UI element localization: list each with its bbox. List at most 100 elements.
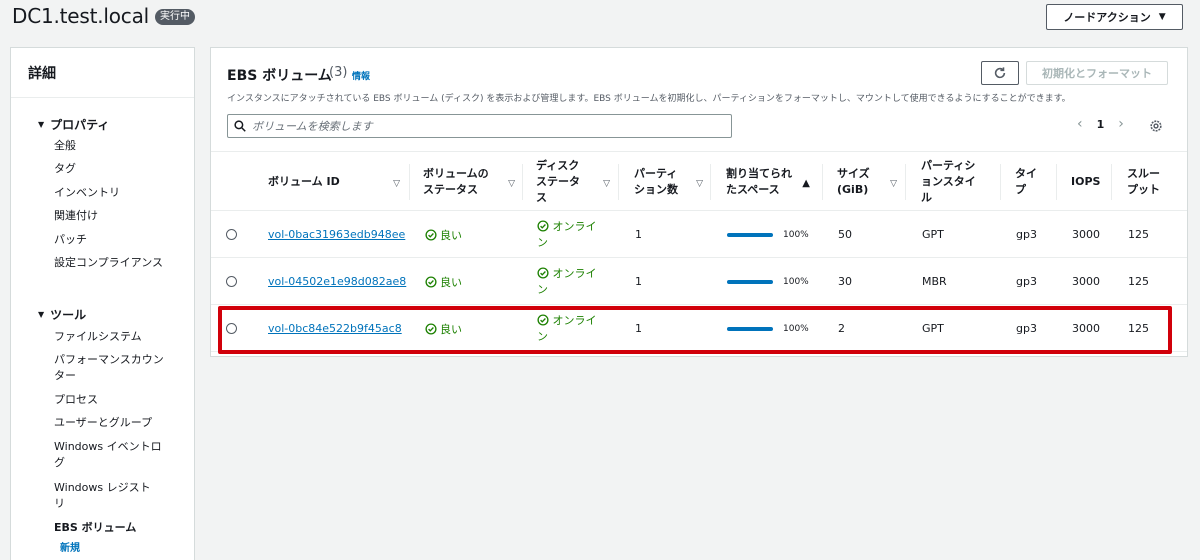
iops-cell: 3000 xyxy=(1072,322,1100,335)
column-divider xyxy=(1056,164,1057,200)
disk-status: オンライン xyxy=(537,211,607,258)
row-select[interactable] xyxy=(226,305,237,352)
check-circle-icon xyxy=(425,275,437,288)
search-box[interactable] xyxy=(227,114,732,138)
col-volume-id[interactable]: ボリューム ID ▽ xyxy=(268,152,408,212)
sidebar-section-properties[interactable]: ▼ プロパティ xyxy=(38,116,109,133)
progress-percent: 100% xyxy=(783,323,809,334)
sidebar-item-patch[interactable]: パッチ xyxy=(54,232,184,248)
col-label: ディスクステータス xyxy=(536,159,580,204)
sidebar-section-label: プロパティ xyxy=(50,118,110,132)
sidebar-item-general[interactable]: 全般 xyxy=(54,138,184,154)
page-header: DC1.test.local 実行中 ノードアクション ▼ xyxy=(0,0,1200,38)
check-circle-icon xyxy=(425,228,437,241)
partitions-cell: 1 xyxy=(635,275,642,288)
ebs-volumes-panel: EBS ボリューム (3) 情報 インスタンスにアタッチされている EBS ボリ… xyxy=(210,47,1188,357)
row-select[interactable] xyxy=(226,211,237,258)
size-cell: 30 xyxy=(838,275,852,288)
table-row[interactable]: vol-0bc84e522b9f45ac8 良い オンライン 1 100% 2 … xyxy=(211,305,1187,352)
panel-title: EBS ボリューム xyxy=(227,68,332,84)
sidebar-item-windows-event-log[interactable]: Windows イベントログ xyxy=(54,439,164,471)
table-row[interactable]: vol-0bac31963edb948ee 良い オンライン 1 100% 50… xyxy=(211,211,1187,258)
refresh-icon xyxy=(994,67,1006,79)
search-icon xyxy=(234,120,246,132)
col-label: ボリューム ID xyxy=(268,175,340,188)
disk-status: オンライン xyxy=(537,258,607,305)
sidebar-item-tags[interactable]: タグ xyxy=(54,161,184,177)
column-divider xyxy=(1000,164,1001,200)
partition-style-cell: GPT xyxy=(922,322,944,335)
col-iops[interactable]: IOPS xyxy=(1071,152,1111,212)
sidebar-item-users-groups[interactable]: ユーザーとグループ xyxy=(54,415,184,431)
sidebar-item-ebs-volumes[interactable]: EBS ボリューム xyxy=(54,520,184,536)
node-action-button[interactable]: ノードアクション ▼ xyxy=(1046,4,1183,30)
col-size[interactable]: サイズ (GiB) ▽ xyxy=(837,152,905,212)
refresh-button[interactable] xyxy=(981,61,1019,85)
sidebar-section-label: ツール xyxy=(50,308,87,322)
volume-id-link[interactable]: vol-04502e1e98d082ae8 xyxy=(268,275,406,288)
radio-button[interactable] xyxy=(226,323,237,334)
col-label: パーティションスタイル xyxy=(921,159,976,204)
col-label: タイプ xyxy=(1015,167,1037,196)
sidebar: 詳細 ▼ プロパティ 全般 タグ インベントリ 関連付け パッチ 設定コンプライ… xyxy=(10,47,195,560)
col-label: スループット xyxy=(1127,167,1160,196)
info-link[interactable]: 情報 xyxy=(352,69,370,82)
chevron-right-icon[interactable]: › xyxy=(1118,116,1124,132)
sidebar-item-inventory[interactable]: インベントリ xyxy=(54,185,184,201)
progress-bar xyxy=(727,232,773,237)
expand-triangle-icon: ▼ xyxy=(38,310,45,319)
sidebar-item-performance-counter[interactable]: パフォーマンスカウンター xyxy=(54,352,164,384)
sidebar-item-config-compliance[interactable]: 設定コンプライアンス xyxy=(54,255,164,271)
search-input[interactable] xyxy=(252,119,722,133)
partitions-cell: 1 xyxy=(635,228,642,241)
allocated-cell: 100% xyxy=(727,211,809,258)
volume-id-link[interactable]: vol-0bac31963edb948ee xyxy=(268,228,405,241)
progress-percent: 100% xyxy=(783,276,809,287)
sidebar-item-associations[interactable]: 関連付け xyxy=(54,208,184,224)
sort-down-icon: ▽ xyxy=(890,179,897,189)
col-partition-style[interactable]: パーティションスタイル xyxy=(921,152,1001,212)
partition-style-cell: MBR xyxy=(922,275,947,288)
column-divider xyxy=(905,164,906,200)
col-disk-status[interactable]: ディスクステータス ▽ xyxy=(536,152,618,212)
column-divider xyxy=(822,164,823,200)
check-circle-icon xyxy=(425,322,437,335)
check-circle-icon xyxy=(537,266,549,279)
sort-down-icon: ▽ xyxy=(696,179,703,189)
pagination: ‹ 1 › xyxy=(1077,116,1124,132)
sidebar-item-process[interactable]: プロセス xyxy=(54,392,184,408)
col-type[interactable]: タイプ xyxy=(1015,152,1051,212)
type-cell: gp3 xyxy=(1016,275,1037,288)
size-cell: 2 xyxy=(838,322,845,335)
iops-cell: 3000 xyxy=(1072,228,1100,241)
page-number[interactable]: 1 xyxy=(1097,118,1105,131)
sort-down-icon: ▽ xyxy=(393,179,400,189)
col-volume-status[interactable]: ボリュームのステータス ▽ xyxy=(423,152,523,212)
chevron-left-icon[interactable]: ‹ xyxy=(1077,116,1083,132)
sidebar-item-windows-registry[interactable]: Windows レジストリ xyxy=(54,480,159,512)
col-partitions[interactable]: パーティション数 ▽ xyxy=(634,152,711,212)
status-text: 良い xyxy=(440,275,462,289)
gear-icon[interactable] xyxy=(1149,118,1163,137)
progress-bar xyxy=(727,279,773,284)
volume-status: 良い xyxy=(425,211,462,258)
radio-button[interactable] xyxy=(226,229,237,240)
partition-style-cell: GPT xyxy=(922,228,944,241)
col-allocated[interactable]: 割り当てられたスペース ▲ xyxy=(726,152,818,212)
table-row[interactable]: vol-04502e1e98d082ae8 良い オンライン 1 100% 30… xyxy=(211,258,1187,305)
node-action-label: ノードアクション xyxy=(1063,11,1151,24)
panel-description: インスタンスにアタッチされている EBS ボリューム (ディスク) を表示および… xyxy=(227,94,1071,104)
sidebar-item-file-system[interactable]: ファイルシステム xyxy=(54,329,184,345)
radio-button[interactable] xyxy=(226,276,237,287)
progress-bar xyxy=(727,326,773,331)
sidebar-heading: 詳細 xyxy=(11,48,194,98)
volume-id-link[interactable]: vol-0bc84e522b9f45ac8 xyxy=(268,322,402,335)
col-throughput[interactable]: スループット xyxy=(1127,152,1177,212)
row-select[interactable] xyxy=(226,258,237,305)
disk-status: オンライン xyxy=(537,305,607,352)
sidebar-section-tools[interactable]: ▼ ツール xyxy=(38,306,86,323)
col-label: パーティション数 xyxy=(634,167,678,196)
status-badge: 実行中 xyxy=(155,9,195,25)
throughput-cell: 125 xyxy=(1128,322,1149,335)
initialize-format-button[interactable]: 初期化とフォーマット xyxy=(1026,61,1168,85)
